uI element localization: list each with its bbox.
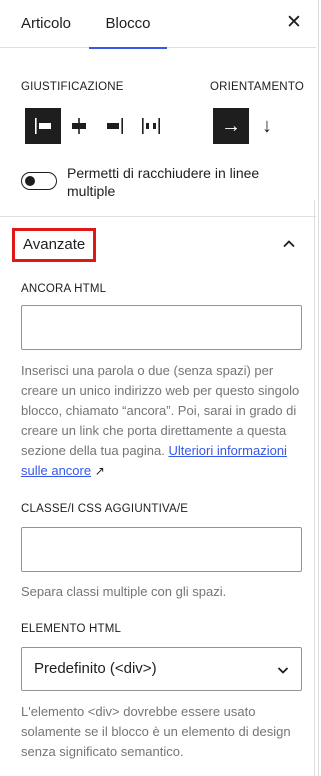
justify-center-icon — [72, 118, 86, 134]
panel-edge — [318, 0, 319, 776]
css-class-help: Separa classi multiple con gli spazi. — [21, 584, 227, 599]
block-settings-sidebar: Articolo Blocco ✕ GIUSTIFICAZIONE ORIENT… — [0, 0, 321, 776]
advanced-panel-toggle[interactable]: Avanzate — [0, 217, 316, 273]
html-element-selected-value: Predefinito (<div>) — [34, 660, 157, 677]
html-element-select[interactable]: Predefinito (<div>) — [21, 647, 302, 691]
justification-label: GIUSTIFICAZIONE — [21, 81, 124, 93]
orientation-vertical-button[interactable]: ↓ — [249, 108, 285, 144]
toggle-knob — [25, 176, 35, 186]
html-anchor-label: ANCORA HTML — [21, 283, 107, 295]
orientation-label: ORIENTAMENTO — [210, 81, 304, 93]
orientation-buttons: → ↓ — [213, 108, 285, 144]
justify-left-icon — [35, 118, 51, 134]
css-class-label: CLASSE/I CSS AGGIUNTIVA/E — [21, 503, 189, 515]
advanced-panel-title: Avanzate — [12, 228, 97, 262]
justify-space-between-button[interactable] — [133, 108, 169, 144]
justify-left-button[interactable] — [25, 108, 61, 144]
wrap-toggle[interactable] — [21, 172, 57, 190]
justify-right-icon — [107, 118, 123, 134]
orientation-horizontal-button[interactable]: → — [213, 108, 249, 144]
clipped-previous-content — [22, 44, 48, 50]
arrow-down-icon: ↓ — [262, 115, 272, 137]
justify-center-button[interactable] — [61, 108, 97, 144]
sidebar-tabs: Articolo Blocco ✕ — [0, 0, 316, 49]
justification-buttons — [25, 108, 169, 144]
html-anchor-help: Inserisci una parola o due (senza spazi)… — [21, 361, 303, 481]
css-class-input[interactable] — [21, 527, 302, 572]
close-icon[interactable]: ✕ — [282, 12, 306, 36]
html-anchor-input[interactable] — [21, 305, 302, 350]
justify-space-between-icon — [142, 118, 160, 134]
tab-block[interactable]: Blocco — [89, 0, 167, 49]
justify-right-button[interactable] — [97, 108, 133, 144]
chevron-up-icon — [283, 240, 295, 248]
html-element-label: ELEMENTO HTML — [21, 623, 122, 635]
tab-article[interactable]: Articolo — [21, 0, 71, 48]
chevron-down-icon — [277, 667, 289, 674]
html-element-help: L'elemento <div> dovrebbe essere usato s… — [21, 704, 291, 759]
arrow-right-icon: → — [221, 115, 241, 137]
wrap-toggle-label[interactable]: Permetti di racchiudere in linee multipl… — [67, 164, 307, 200]
external-link-icon: ↗ — [94, 464, 105, 478]
scroll-track — [314, 200, 315, 776]
